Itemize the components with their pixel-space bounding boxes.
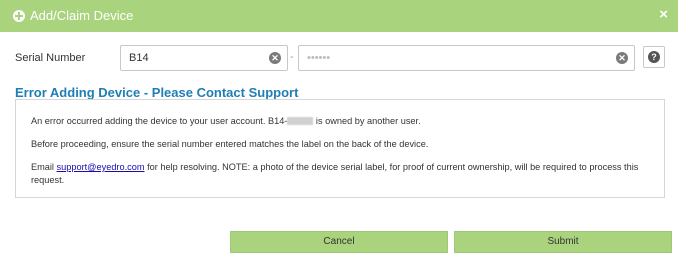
- serial-separator: -: [290, 51, 294, 63]
- plus-circle-icon: [13, 10, 25, 22]
- error-line1-end: is owned by another user.: [313, 116, 421, 126]
- error-line1-start: An error occurred adding the device to y…: [31, 116, 288, 126]
- support-note-start: Email: [31, 162, 57, 172]
- question-circle-icon: ?: [648, 51, 660, 63]
- instruction-line: Before proceeding, ensure the serial num…: [31, 139, 429, 149]
- clear-suffix-icon[interactable]: ✕: [616, 52, 628, 64]
- support-email-link[interactable]: support@eyedro.com: [57, 162, 145, 172]
- dialog-title: Add/Claim Device: [30, 8, 134, 23]
- help-button[interactable]: ?: [643, 46, 665, 68]
- serial-suffix-input[interactable]: [299, 46, 634, 70]
- serial-suffix-field[interactable]: ✕: [298, 45, 635, 71]
- support-note: Email support@eyedro.com for help resolv…: [31, 161, 651, 187]
- error-title: Error Adding Device - Please Contact Sup…: [15, 85, 299, 100]
- error-message-line: An error occurred adding the device to y…: [31, 115, 651, 128]
- clear-prefix-icon[interactable]: ✕: [269, 52, 281, 64]
- redacted-serial: [287, 117, 314, 125]
- serial-number-label: Serial Number: [15, 52, 86, 64]
- serial-prefix-input[interactable]: [121, 46, 287, 70]
- serial-prefix-field[interactable]: ✕: [120, 45, 288, 71]
- submit-button[interactable]: Submit: [454, 231, 672, 253]
- error-message-box: An error occurred adding the device to y…: [15, 99, 665, 198]
- cancel-button[interactable]: Cancel: [230, 231, 448, 253]
- dialog-header: Add/Claim Device ×: [0, 0, 678, 32]
- close-icon[interactable]: ×: [659, 7, 668, 23]
